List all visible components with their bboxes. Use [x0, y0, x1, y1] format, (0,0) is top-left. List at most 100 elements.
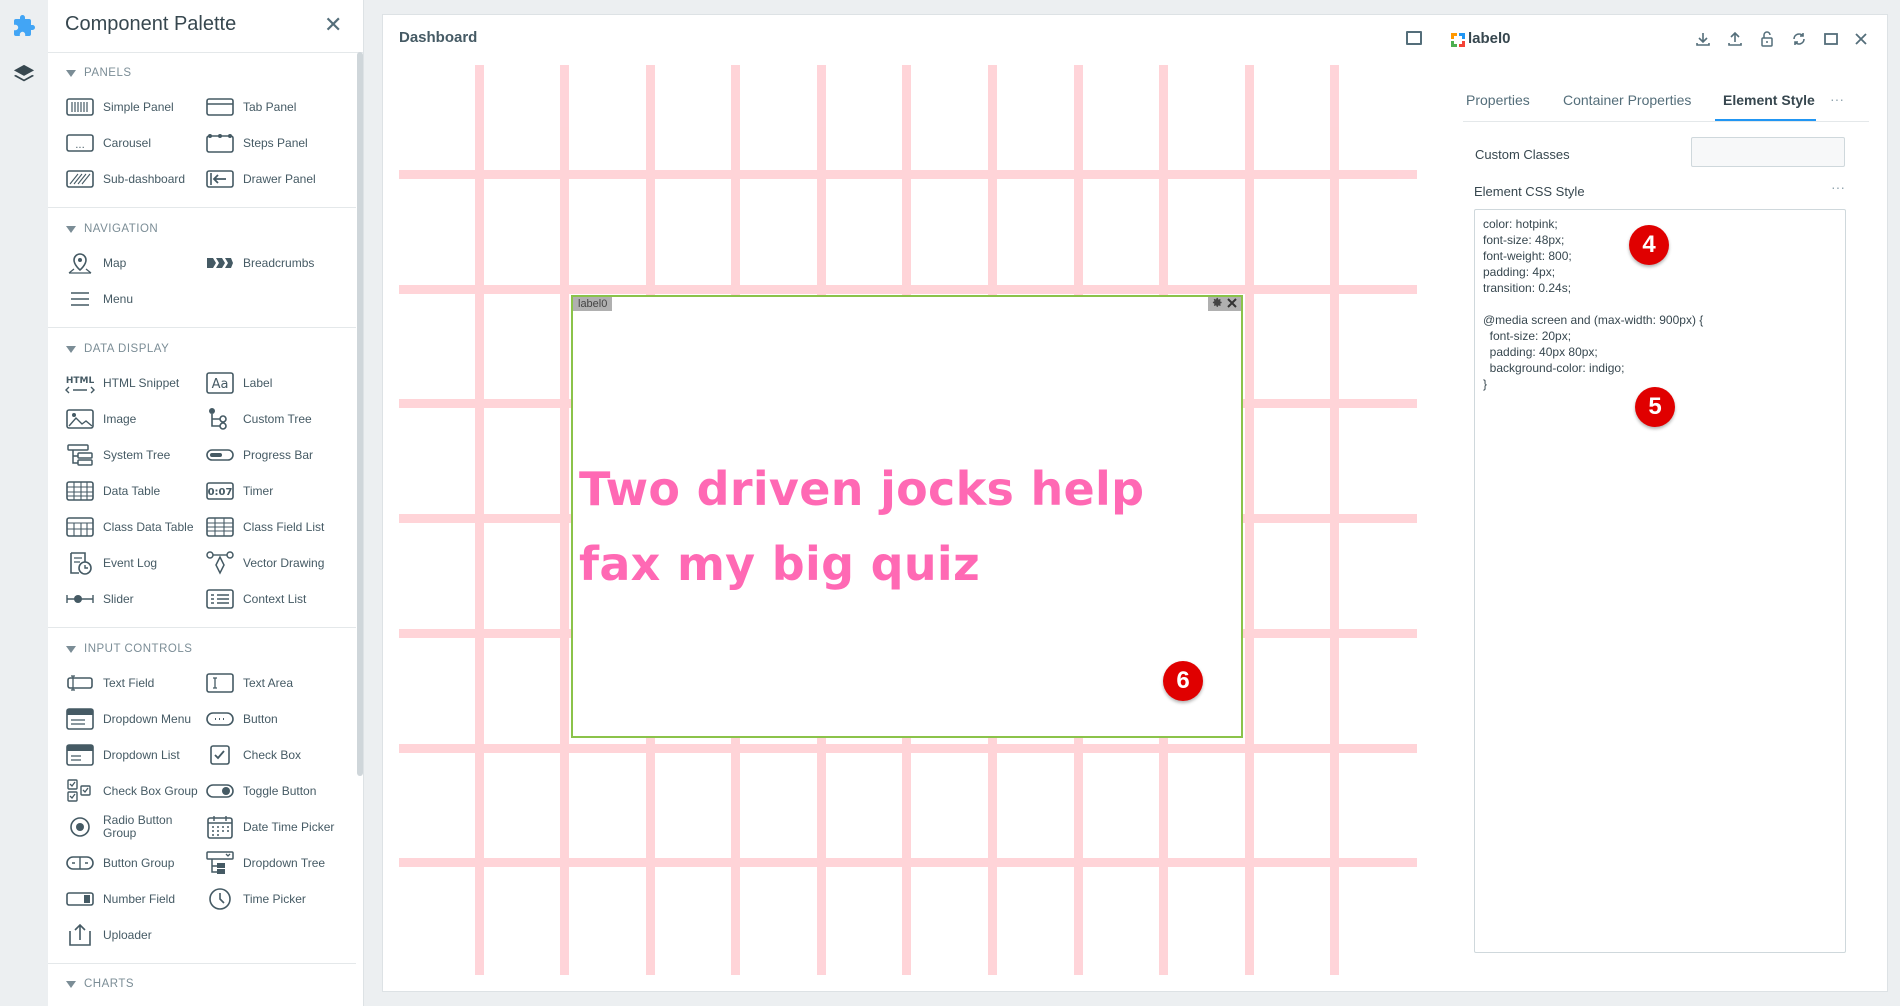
palette-item-button-group[interactable]: Button Group — [65, 849, 174, 877]
annotation-badge: 5 — [1635, 387, 1675, 427]
section-divider — [48, 327, 356, 328]
close-icon[interactable] — [1227, 295, 1237, 313]
palette-item-class-field-list[interactable]: Class Field List — [205, 513, 324, 541]
css-more-button[interactable]: ··· — [1831, 179, 1845, 195]
palette-item-tab-panel[interactable]: Tab Panel — [205, 93, 296, 121]
palette-item-menu[interactable]: Menu — [65, 285, 133, 313]
palette-item-carousel[interactable]: ... Carousel — [65, 129, 151, 157]
progress-bar-icon — [205, 442, 235, 468]
palette-item-data-table[interactable]: Data Table — [65, 477, 160, 505]
button-icon — [205, 706, 235, 732]
image-icon — [65, 406, 95, 432]
number-field-icon — [65, 886, 95, 912]
refresh-icon[interactable] — [1789, 29, 1809, 49]
css-style-editor[interactable]: color: hotpink; font-size: 48px; font-we… — [1474, 209, 1846, 953]
palette-item-text-field[interactable]: Text Field — [65, 669, 154, 697]
close-icon[interactable] — [1851, 29, 1871, 49]
widget-name-tag: label0 — [573, 297, 613, 311]
palette-item-progress-bar[interactable]: Progress Bar — [205, 441, 313, 469]
palette-item-drawer-panel[interactable]: Drawer Panel — [205, 165, 316, 193]
toggle-icon — [205, 778, 235, 804]
clock-icon — [205, 886, 235, 912]
palette-item-class-data-table[interactable]: Class Data Table — [65, 513, 194, 541]
tab-divider — [1463, 121, 1869, 122]
simple-panel-icon — [65, 94, 95, 120]
slider-icon — [65, 586, 95, 612]
annotation-badge: 4 — [1629, 225, 1669, 265]
tabs-more-button[interactable]: ··· — [1830, 91, 1844, 107]
sub-dashboard-icon — [65, 166, 95, 192]
event-log-icon — [65, 550, 95, 576]
palette-item-sub-dashboard[interactable]: Sub-dashboard — [65, 165, 185, 193]
palette-item-slider[interactable]: Slider — [65, 585, 134, 613]
palette-item-dropdown-menu[interactable]: Dropdown Menu — [65, 705, 191, 733]
palette-item-event-log[interactable]: Event Log — [65, 549, 157, 577]
palette-item-button[interactable]: Button — [205, 705, 278, 733]
section-divider — [48, 207, 356, 208]
section-divider — [48, 963, 356, 964]
component-palette: Component Palette ✕ PANELS Simple Panel … — [48, 0, 364, 1006]
close-icon[interactable]: ✕ — [324, 14, 342, 36]
upload-icon[interactable] — [1725, 29, 1745, 49]
palette-item-text-area[interactable]: Text Area — [205, 669, 293, 697]
section-data-display[interactable]: DATA DISPLAY — [66, 343, 169, 355]
palette-item-number-field[interactable]: Number Field — [65, 885, 175, 913]
map-pin-icon — [65, 250, 95, 276]
chevron-down-icon — [66, 645, 76, 653]
gear-icon[interactable] — [1212, 295, 1223, 313]
palette-item-dropdown-list[interactable]: Dropdown List — [65, 741, 180, 769]
palette-item-date-time-picker[interactable]: Date Time Picker — [205, 813, 334, 841]
label-widget[interactable]: label0 Two driven jocks help fax my big … — [571, 295, 1243, 738]
palette-item-context-list[interactable]: Context List — [205, 585, 306, 613]
palette-item-map[interactable]: Map — [65, 249, 126, 277]
maximize-icon[interactable] — [1821, 29, 1841, 49]
upload-icon — [65, 922, 95, 948]
palette-item-check-box[interactable]: Check Box — [205, 741, 301, 769]
palette-item-radio-button-group[interactable]: Radio Button Group — [65, 813, 183, 841]
svg-text:HTML: HTML — [66, 376, 95, 386]
palette-scrollbar[interactable] — [357, 52, 363, 776]
palette-item-steps-panel[interactable]: Steps Panel — [205, 129, 308, 157]
element-css-style-label: Element CSS Style — [1474, 184, 1585, 199]
maximize-icon[interactable] — [1406, 31, 1422, 45]
dropdown-menu-icon — [65, 706, 95, 732]
chevron-down-icon — [66, 69, 76, 77]
section-panels[interactable]: PANELS — [66, 67, 132, 79]
tab-properties[interactable]: Properties — [1466, 92, 1530, 108]
unlock-icon[interactable] — [1757, 29, 1777, 49]
palette-item-check-box-group[interactable]: Check Box Group — [65, 777, 198, 805]
dropdown-tree-icon — [205, 850, 235, 876]
palette-item-time-picker[interactable]: Time Picker — [205, 885, 306, 913]
button-group-icon — [65, 850, 95, 876]
tab-container-properties[interactable]: Container Properties — [1563, 92, 1691, 108]
palette-item-label[interactable]: Aa Label — [205, 369, 272, 397]
palette-item-simple-panel[interactable]: Simple Panel — [65, 93, 174, 121]
widget-toolbar — [1208, 297, 1241, 311]
chevron-down-icon — [66, 345, 76, 353]
system-tree-icon — [65, 442, 95, 468]
class-field-list-icon — [205, 514, 235, 540]
palette-item-breadcrumbs[interactable]: Breadcrumbs — [205, 249, 314, 277]
palette-item-timer[interactable]: 0:07 Timer — [205, 477, 273, 505]
puzzle-icon[interactable] — [10, 12, 38, 40]
class-data-table-icon — [65, 514, 95, 540]
palette-item-system-tree[interactable]: System Tree — [65, 441, 170, 469]
section-charts[interactable]: CHARTS — [66, 978, 134, 990]
palette-item-custom-tree[interactable]: Custom Tree — [205, 405, 312, 433]
palette-item-vector-drawing[interactable]: Vector Drawing — [205, 549, 324, 577]
inspector-title: label0 — [1468, 30, 1511, 47]
palette-item-dropdown-tree[interactable]: Dropdown Tree — [205, 849, 325, 877]
dashboard-title: Dashboard — [399, 29, 478, 46]
custom-classes-input[interactable] — [1691, 137, 1845, 167]
palette-item-uploader[interactable]: Uploader — [65, 921, 152, 949]
section-input-controls[interactable]: INPUT CONTROLS — [66, 643, 192, 655]
menu-icon — [65, 286, 95, 312]
tab-element-style[interactable]: Element Style — [1723, 92, 1815, 108]
section-navigation[interactable]: NAVIGATION — [66, 223, 158, 235]
download-icon[interactable] — [1693, 29, 1713, 49]
layers-icon[interactable] — [10, 60, 38, 88]
palette-item-image[interactable]: Image — [65, 405, 136, 433]
custom-tree-icon — [205, 406, 235, 432]
palette-item-toggle-button[interactable]: Toggle Button — [205, 777, 316, 805]
palette-item-html-snippet[interactable]: HTML HTML Snippet — [65, 369, 179, 397]
